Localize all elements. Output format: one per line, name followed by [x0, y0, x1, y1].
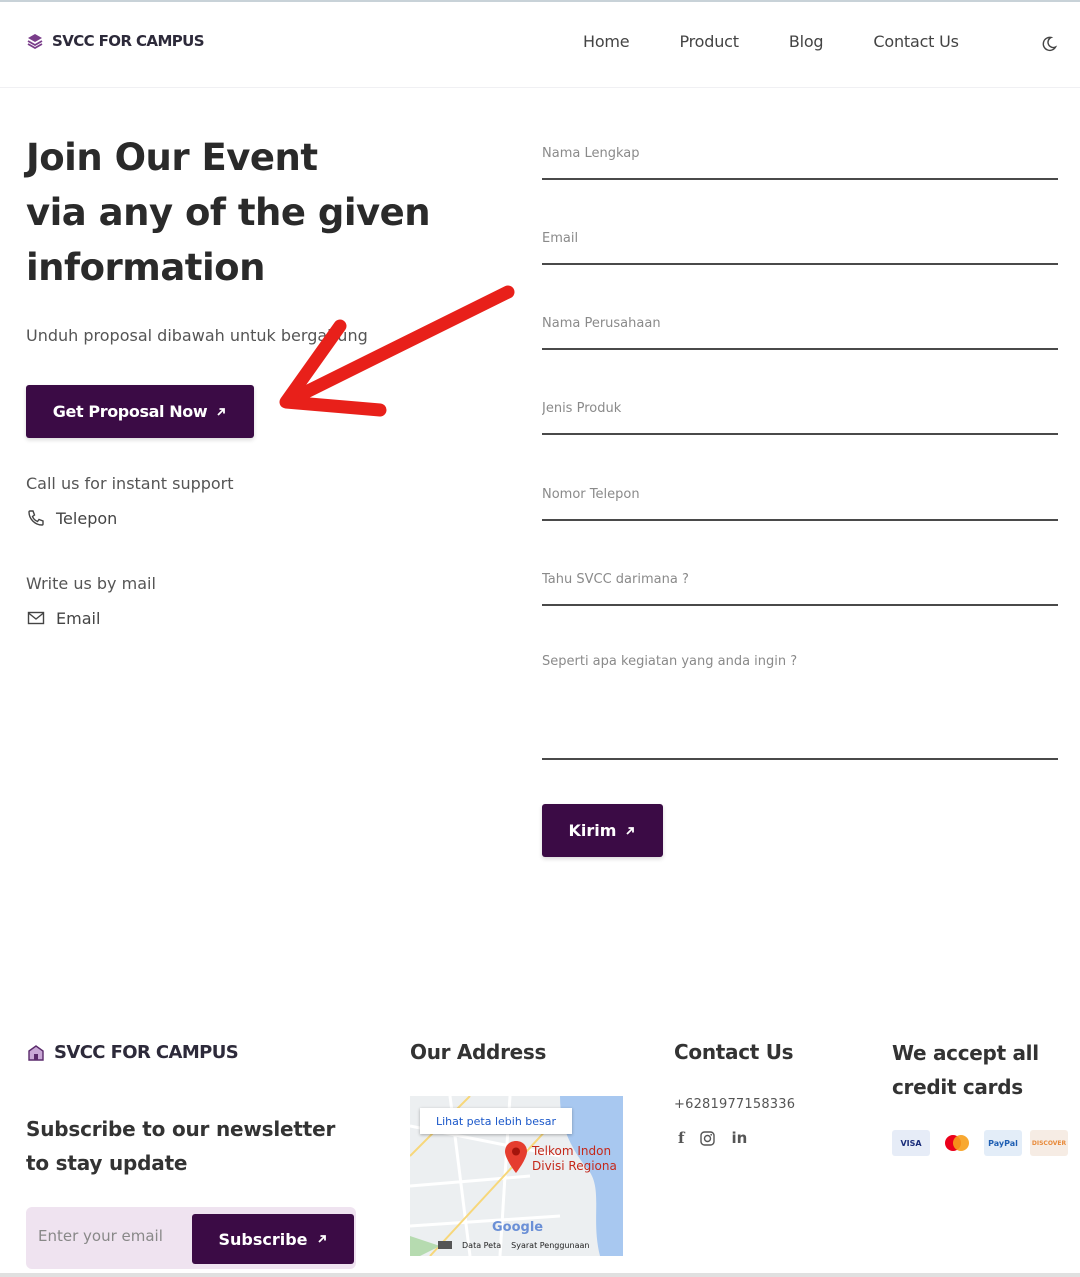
address-heading: Our Address	[410, 1040, 547, 1064]
get-proposal-label: Get Proposal Now	[52, 402, 208, 421]
credit-cards-heading: We accept all credit cards	[892, 1041, 1039, 1099]
support-label: Call us for instant support	[26, 474, 234, 493]
field-email	[542, 227, 1058, 265]
name-input[interactable]	[542, 146, 1058, 161]
keyboard-icon	[438, 1241, 452, 1249]
linkedin-icon[interactable]: in	[731, 1129, 747, 1147]
contact-heading: Contact Us	[674, 1040, 794, 1064]
arrow-up-right-icon	[626, 826, 635, 835]
field-nama-perusahaan	[542, 312, 1058, 350]
field-nama-lengkap	[542, 142, 1058, 180]
subscribe-label: Subscribe	[218, 1229, 308, 1249]
nav-links: Home Product Blog Contact Us	[583, 32, 1009, 51]
facebook-icon[interactable]: f	[678, 1129, 684, 1147]
company-input[interactable]	[542, 316, 1058, 331]
nav-link-blog[interactable]: Blog	[789, 32, 824, 51]
bottom-border	[0, 1273, 1080, 1277]
discover-card-icon: DISCOVER	[1030, 1130, 1068, 1156]
phone-icon	[28, 510, 44, 526]
email-link[interactable]: Email	[26, 608, 100, 628]
map-pin-icon	[505, 1141, 527, 1173]
social-links: f in	[678, 1129, 747, 1147]
phone-link[interactable]: Telepon	[26, 508, 117, 528]
email-input[interactable]	[542, 231, 1058, 246]
message-textarea[interactable]	[542, 654, 1058, 714]
brand-name: SVCC FOR CAMPUS	[52, 32, 205, 50]
footer-brand-name: SVCC FOR CAMPUS	[54, 1042, 239, 1063]
mail-icon	[27, 611, 45, 625]
map-data-label: Data Peta	[462, 1241, 502, 1250]
nav-link-product[interactable]: Product	[679, 32, 739, 51]
footer-phone-number: +6281977158336	[674, 1097, 796, 1112]
field-nomor-telepon	[542, 483, 1058, 521]
google-logo: Google	[492, 1220, 544, 1235]
page-title: Join Our Event via any of the given info…	[26, 136, 431, 289]
address-map[interactable]: Lihat peta lebih besar Telkom Indon Divi…	[410, 1096, 623, 1256]
subscribe-button[interactable]: Subscribe	[192, 1214, 354, 1264]
email-label: Email	[56, 608, 101, 628]
nav-link-home[interactable]: Home	[583, 32, 630, 51]
map-terms-link[interactable]: Syarat Penggunaan	[511, 1241, 589, 1250]
instagram-icon[interactable]	[700, 1130, 716, 1146]
phone-label: Telepon	[56, 508, 118, 528]
product-type-input[interactable]	[542, 401, 1058, 416]
arrow-up-right-icon	[217, 407, 226, 416]
visa-card-icon: VISA	[892, 1130, 930, 1156]
layers-icon	[27, 34, 43, 50]
map-place-label: Telkom Indon Divisi Regiona	[532, 1144, 617, 1173]
submit-label: Kirim	[568, 821, 617, 840]
field-message	[542, 654, 1058, 760]
mail-label: Write us by mail	[26, 574, 156, 593]
map-attribution: Data Peta Syarat Penggunaan	[438, 1241, 589, 1250]
nav-link-contact-us[interactable]: Contact Us	[873, 32, 959, 51]
paypal-card-icon: PayPal	[984, 1130, 1022, 1156]
footer-brand[interactable]: SVCC FOR CAMPUS	[26, 1042, 239, 1063]
newsletter-text: Subscribe to our newsletter to stay upda…	[26, 1117, 336, 1175]
payment-cards: VISA PayPal DISCOVER	[892, 1130, 1068, 1156]
newsletter-email-input[interactable]	[38, 1227, 188, 1245]
submit-button[interactable]: Kirim	[542, 804, 663, 857]
moon-icon[interactable]	[1040, 35, 1058, 53]
arrow-up-right-icon	[317, 1235, 326, 1243]
source-input[interactable]	[542, 572, 1058, 587]
navbar: SVCC FOR CAMPUS Home Product Blog Contac…	[0, 2, 1080, 88]
phone-input[interactable]	[542, 487, 1058, 502]
building-icon	[28, 1044, 44, 1061]
field-tahu-svcc	[542, 568, 1058, 606]
newsletter-form: Subscribe	[26, 1207, 356, 1269]
field-jenis-produk	[542, 397, 1058, 435]
mastercard-card-icon	[938, 1130, 976, 1156]
red-annotation-arrow-icon	[279, 285, 515, 417]
brand-logo[interactable]: SVCC FOR CAMPUS	[26, 32, 205, 50]
get-proposal-button[interactable]: Get Proposal Now	[26, 385, 254, 438]
view-larger-map-link[interactable]: Lihat peta lebih besar	[420, 1108, 572, 1134]
